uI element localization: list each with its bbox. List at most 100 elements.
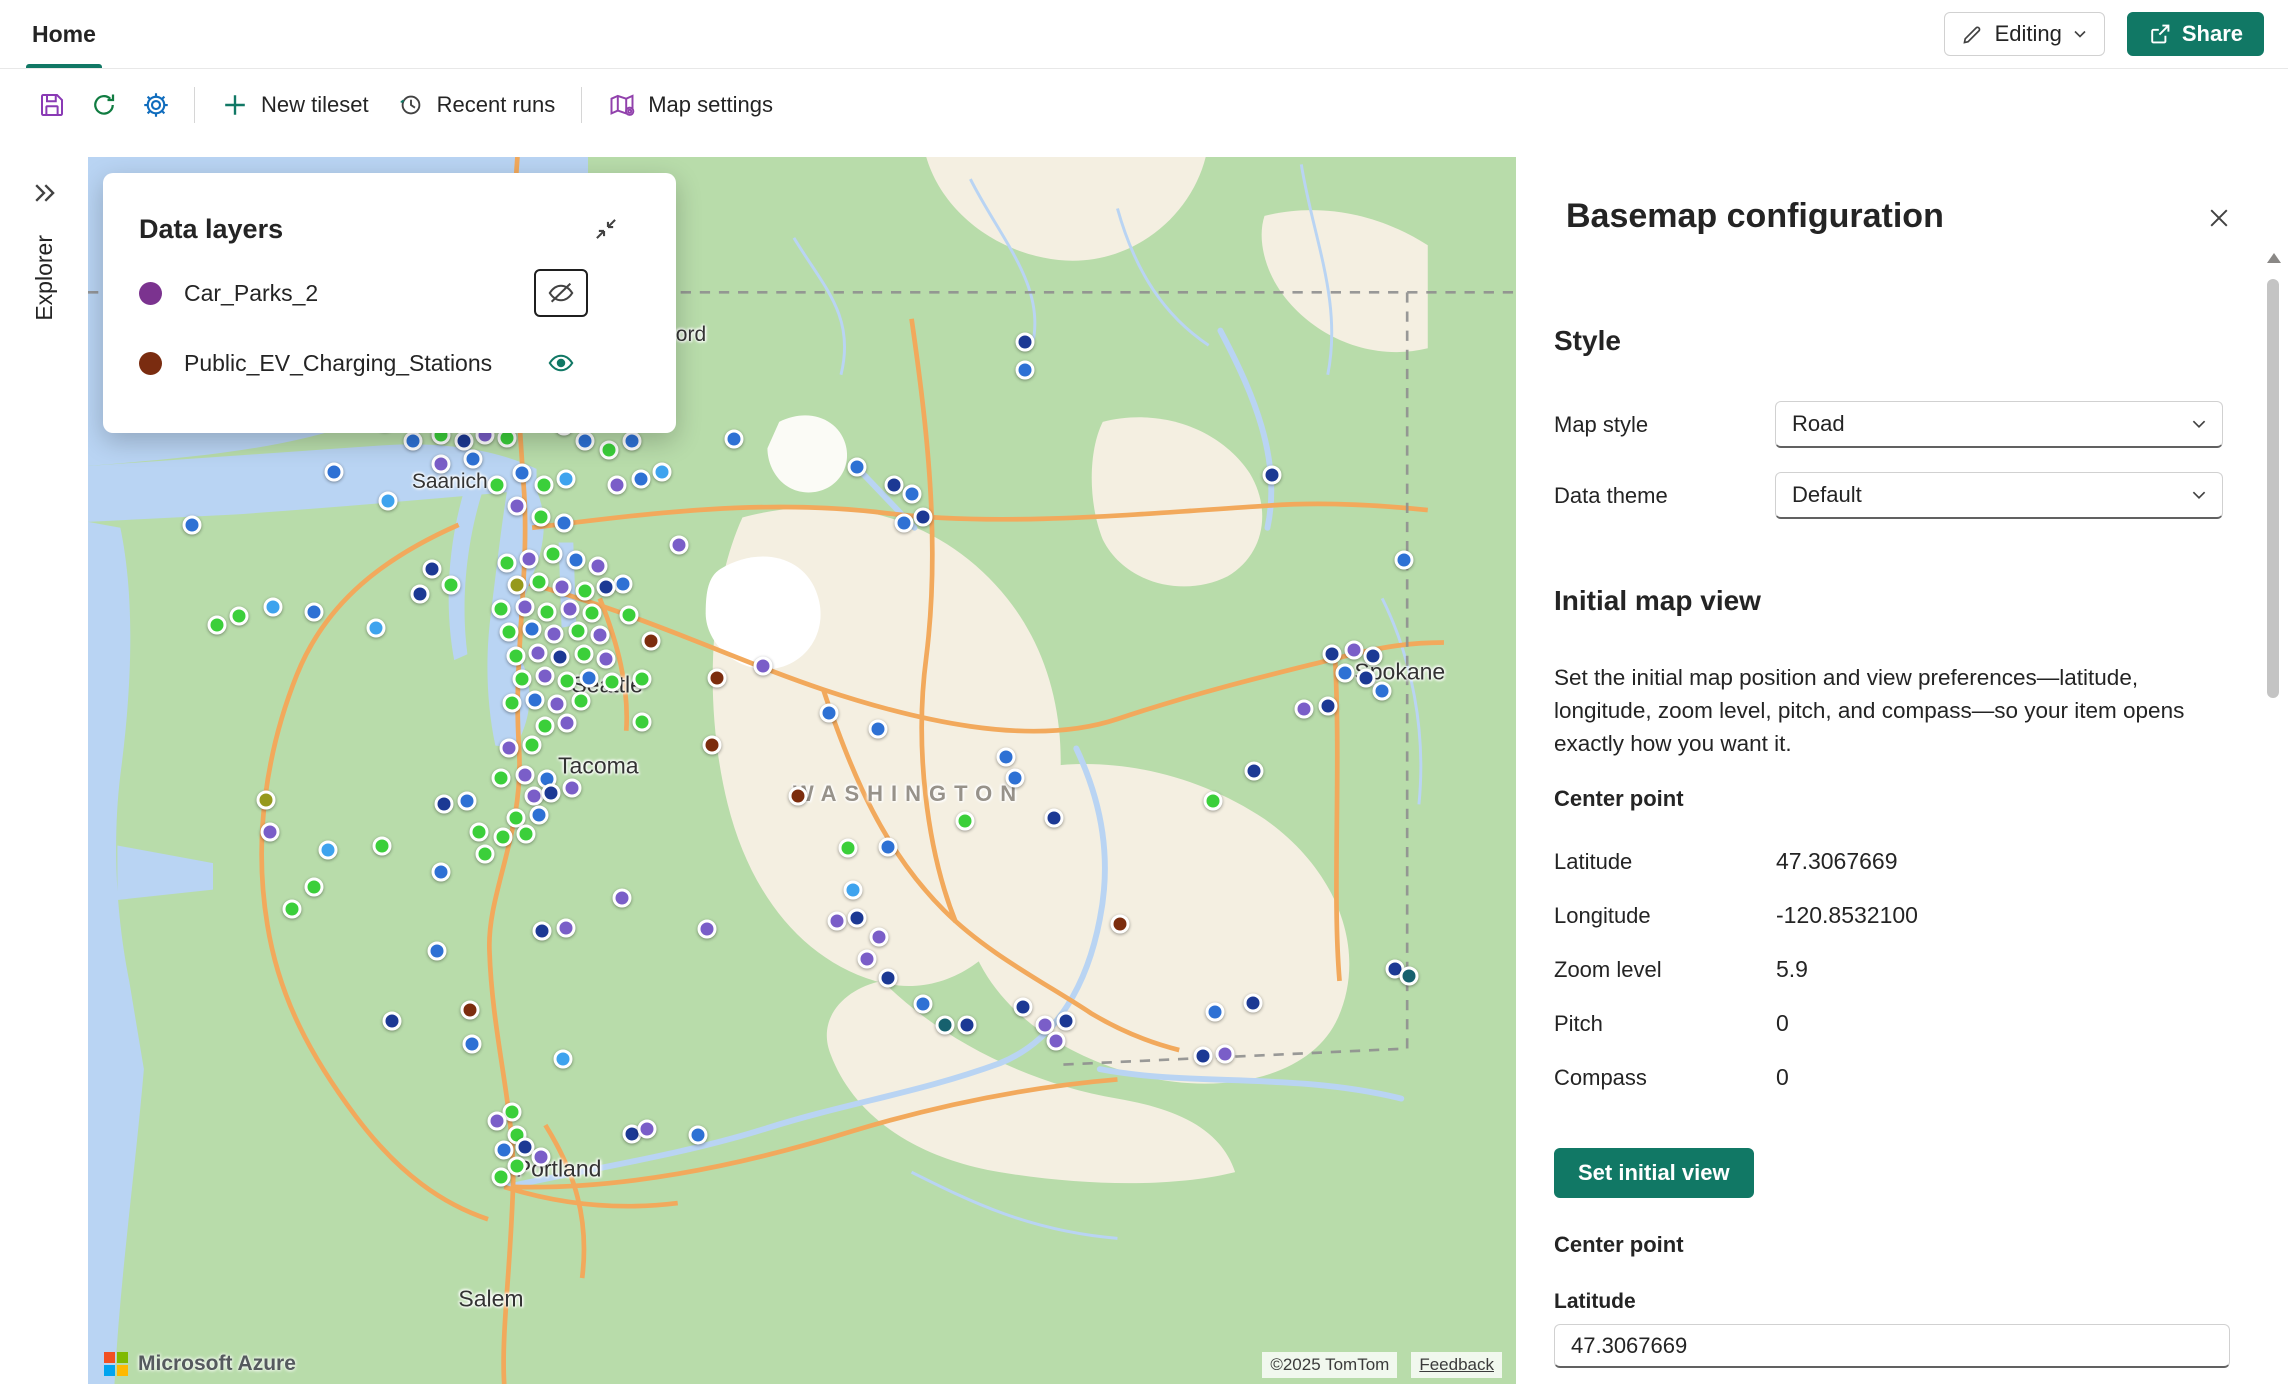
map-point[interactable]	[1046, 1032, 1065, 1051]
map-point[interactable]	[442, 576, 461, 595]
map-point[interactable]	[1015, 361, 1034, 380]
map-point[interactable]	[305, 602, 324, 621]
map-point[interactable]	[492, 1167, 511, 1186]
map-point[interactable]	[902, 484, 921, 503]
map-point[interactable]	[623, 431, 642, 450]
map-point[interactable]	[534, 476, 553, 495]
map-point[interactable]	[552, 577, 571, 596]
settings-button[interactable]	[130, 79, 182, 131]
share-button[interactable]: Share	[2127, 12, 2264, 56]
map-point[interactable]	[530, 573, 549, 592]
map-point[interactable]	[554, 1049, 573, 1068]
save-button[interactable]	[26, 79, 78, 131]
map-point[interactable]	[708, 668, 727, 687]
map-point[interactable]	[568, 621, 587, 640]
scrollbar-thumb[interactable]	[2267, 279, 2279, 698]
map-point[interactable]	[515, 765, 534, 784]
map-point[interactable]	[614, 574, 633, 593]
map-point[interactable]	[517, 824, 536, 843]
map-point[interactable]	[879, 838, 898, 857]
map-point[interactable]	[556, 918, 575, 937]
map-point[interactable]	[508, 576, 527, 595]
map-point[interactable]	[533, 921, 552, 940]
map-point[interactable]	[537, 602, 556, 621]
map-point[interactable]	[523, 620, 542, 639]
editing-button[interactable]: Editing	[1944, 12, 2105, 56]
map-point[interactable]	[884, 476, 903, 495]
map-point[interactable]	[230, 607, 249, 626]
map-point[interactable]	[820, 704, 839, 723]
map-point[interactable]	[620, 605, 639, 624]
toggle-visibility-button[interactable]	[534, 339, 588, 387]
map-point[interactable]	[1056, 1011, 1075, 1030]
map-point[interactable]	[576, 582, 595, 601]
map-point[interactable]	[383, 1011, 402, 1030]
map-point[interactable]	[583, 604, 602, 623]
map-point[interactable]	[427, 942, 446, 961]
map-point[interactable]	[843, 880, 862, 899]
map-point[interactable]	[379, 492, 398, 511]
map-point[interactable]	[499, 739, 518, 758]
map-point[interactable]	[580, 668, 599, 687]
map-point[interactable]	[555, 514, 574, 533]
map-point[interactable]	[536, 667, 555, 686]
map-point[interactable]	[631, 470, 650, 489]
map-point[interactable]	[318, 840, 337, 859]
feedback-link[interactable]: Feedback	[1411, 1352, 1502, 1378]
panel-scrollbar[interactable]	[2265, 255, 2281, 1381]
map-point[interactable]	[524, 786, 543, 805]
map-point[interactable]	[1243, 993, 1262, 1012]
map-point[interactable]	[492, 599, 511, 618]
new-tileset-button[interactable]: New tileset	[207, 79, 383, 131]
map-point[interactable]	[589, 557, 608, 576]
expand-explorer-button[interactable]	[22, 171, 66, 215]
map-point[interactable]	[698, 920, 717, 939]
map-point[interactable]	[955, 811, 974, 830]
map-point[interactable]	[461, 1001, 480, 1020]
map-settings-button[interactable]: Map settings	[594, 79, 787, 131]
map-point[interactable]	[1395, 551, 1414, 570]
map-point[interactable]	[1205, 1002, 1224, 1021]
map-point[interactable]	[431, 455, 450, 474]
map-point[interactable]	[487, 476, 506, 495]
map-point[interactable]	[523, 736, 542, 755]
map-point[interactable]	[1399, 967, 1418, 986]
map-point[interactable]	[208, 615, 227, 634]
map-point[interactable]	[324, 462, 343, 481]
map-point[interactable]	[515, 598, 534, 617]
map-point[interactable]	[520, 549, 539, 568]
map-point[interactable]	[283, 899, 302, 918]
map-point[interactable]	[1356, 668, 1375, 687]
map-point[interactable]	[367, 618, 386, 637]
refresh-button[interactable]	[78, 79, 130, 131]
map-point[interactable]	[1373, 682, 1392, 701]
map-point[interactable]	[495, 1141, 514, 1160]
map-point[interactable]	[1014, 998, 1033, 1017]
map-point[interactable]	[536, 717, 555, 736]
map-point[interactable]	[261, 823, 280, 842]
map-point[interactable]	[434, 795, 453, 814]
map-point[interactable]	[1295, 699, 1314, 718]
map-point[interactable]	[1323, 645, 1342, 664]
collapse-panel-button[interactable]	[584, 207, 628, 251]
map-point[interactable]	[576, 431, 595, 450]
map-point[interactable]	[556, 470, 575, 489]
map-point[interactable]	[431, 863, 450, 882]
map-point[interactable]	[1245, 761, 1264, 780]
map-point[interactable]	[470, 823, 489, 842]
map-point[interactable]	[529, 643, 548, 662]
scroll-up-arrow[interactable]	[2267, 253, 2281, 263]
map-point[interactable]	[652, 462, 671, 481]
map-point[interactable]	[868, 720, 887, 739]
map-point[interactable]	[633, 712, 652, 731]
map-point[interactable]	[1364, 646, 1383, 665]
map-point[interactable]	[1262, 465, 1281, 484]
map-point[interactable]	[530, 805, 549, 824]
map-point[interactable]	[1193, 1046, 1212, 1065]
map-point[interactable]	[827, 911, 846, 930]
map-point[interactable]	[1204, 792, 1223, 811]
map-point[interactable]	[512, 670, 531, 689]
map-point[interactable]	[1336, 664, 1355, 683]
map-point[interactable]	[724, 430, 743, 449]
map-point[interactable]	[612, 889, 631, 908]
